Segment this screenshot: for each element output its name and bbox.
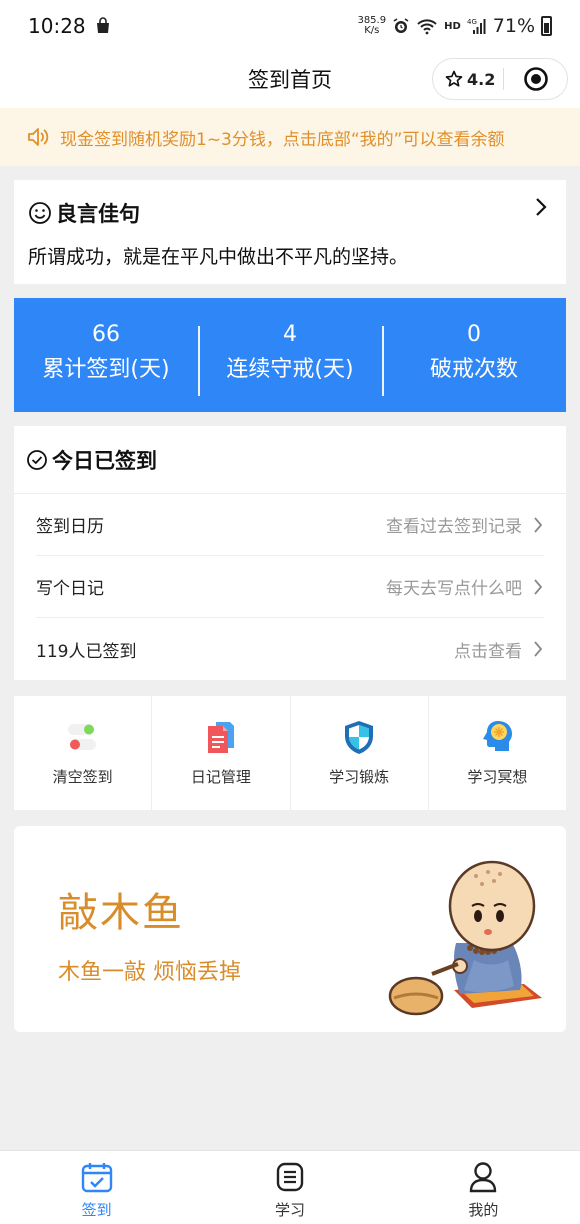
- check-circle-icon: [27, 449, 47, 470]
- row-label: 119人已签到: [36, 641, 137, 662]
- stat-value: 66: [92, 322, 120, 347]
- stat-label: 破戒次数: [429, 357, 518, 382]
- svg-text:4G: 4G: [467, 18, 477, 26]
- status-indicators: 385.9 K/s HD 4G 71%: [357, 15, 552, 37]
- cell-signal-icon: 4G: [467, 18, 486, 34]
- stat-label: 累计签到(天): [42, 357, 170, 382]
- tab-checkin[interactable]: 签到: [0, 1151, 193, 1224]
- quote-card[interactable]: 良言佳句 所谓成功，就是在平凡中做出不平凡的坚持。: [14, 180, 566, 284]
- status-bar: 10:28 385.9 K/s HD 4G 71%: [0, 0, 580, 52]
- nav-bar: 签到首页 4.2: [0, 52, 580, 108]
- checkin-calendar-row[interactable]: 签到日历 查看过去签到记录: [36, 494, 544, 556]
- tab-label: 签到: [81, 1201, 112, 1219]
- study-exercise-button[interactable]: 学习锻炼: [289, 696, 428, 810]
- clear-checkin-button[interactable]: 清空签到: [14, 696, 151, 810]
- row-hint: 查看过去签到记录: [386, 517, 522, 537]
- tool-label: 学习锻炼: [329, 768, 390, 786]
- tool-label: 日记管理: [190, 768, 251, 786]
- banner-subtitle: 木鱼一敲 烦恼丢掉: [58, 960, 241, 985]
- quote-text: 所谓成功，就是在平凡中做出不平凡的坚持。: [28, 246, 409, 268]
- battery-percent: 71%: [492, 15, 535, 37]
- notice-bar: 现金签到随机奖励1~3分钱，点击底部“我的”可以查看余额: [0, 108, 580, 166]
- shield-icon: [340, 718, 378, 756]
- user-icon: [470, 1162, 497, 1193]
- net-speed: 385.9 K/s: [357, 16, 386, 36]
- tab-study[interactable]: 学习: [193, 1151, 386, 1224]
- speaker-icon: [28, 128, 49, 146]
- stat-value: 4: [283, 322, 297, 347]
- mini-program-capsule: 4.2: [432, 58, 568, 100]
- hd-indicator: HD: [444, 20, 461, 32]
- diary-manage-button[interactable]: 日记管理: [151, 696, 289, 810]
- tool-label: 清空签到: [52, 768, 113, 786]
- stat-streak: 4 连续守戒(天): [198, 320, 382, 396]
- study-meditation-button[interactable]: 学习冥想: [427, 696, 566, 810]
- chevron-right-icon: [534, 516, 543, 533]
- quote-title: 良言佳句: [56, 202, 140, 226]
- target-icon: [523, 67, 548, 91]
- calendar-check-icon: [81, 1163, 112, 1193]
- net-speed-unit: K/s: [364, 25, 380, 36]
- tab-label: 学习: [274, 1201, 305, 1219]
- row-label: 写个日记: [36, 579, 104, 599]
- tab-mine[interactable]: 我的: [387, 1151, 580, 1224]
- shopping-bag-icon: [96, 17, 109, 33]
- list-doc-icon: [276, 1162, 304, 1192]
- checked-in-users-row[interactable]: 119人已签到 点击查看: [36, 618, 544, 680]
- alarm-icon: [393, 18, 409, 33]
- chevron-right-icon: [534, 641, 543, 657]
- tab-bar: 签到 学习 我的: [0, 1150, 580, 1224]
- checkin-header: 今日已签到: [14, 426, 566, 494]
- row-hint: 点击查看: [454, 641, 522, 662]
- chevron-right-icon: [534, 578, 543, 595]
- status-time: 10:28: [28, 14, 86, 38]
- document-icon: [202, 718, 240, 756]
- tools-grid: 清空签到 日记管理 学习锻炼 学习冥想: [14, 696, 566, 810]
- row-hint: 每天去写点什么吧: [386, 579, 522, 599]
- checkin-status: 今日已签到: [52, 448, 157, 473]
- battery-icon: [541, 16, 552, 36]
- stat-label: 连续守戒(天): [226, 357, 354, 382]
- row-label: 签到日历: [36, 517, 104, 537]
- wifi-icon: [417, 19, 437, 35]
- checkin-card: 今日已签到 签到日历 查看过去签到记录 写个日记 每天去写点什么吧 119人已签…: [14, 426, 566, 680]
- quote-header: 良言佳句: [28, 198, 140, 228]
- monk-wooden-fish-illustration: [388, 860, 542, 1016]
- tool-label: 学习冥想: [467, 768, 528, 786]
- stat-breaks: 0 破戒次数: [382, 320, 566, 396]
- notice-text: 现金签到随机奖励1~3分钱，点击底部“我的”可以查看余额: [60, 129, 505, 150]
- rating-button[interactable]: 4.2: [433, 70, 503, 89]
- close-miniprogram-button[interactable]: [504, 66, 567, 92]
- stats-panel: 66 累计签到(天) 4 连续守戒(天) 0 破戒次数: [14, 298, 566, 412]
- banner-title: 敲木鱼: [58, 890, 184, 936]
- star-icon: [445, 70, 463, 87]
- brain-head-icon: [478, 718, 516, 756]
- chevron-right-icon[interactable]: [534, 196, 548, 218]
- rating-value: 4.2: [467, 69, 496, 89]
- smile-icon: [29, 202, 51, 224]
- tab-label: 我的: [468, 1201, 499, 1219]
- stat-total-checkins: 66 累计签到(天): [14, 320, 198, 390]
- write-diary-row[interactable]: 写个日记 每天去写点什么吧: [36, 556, 544, 618]
- toggle-icon: [64, 718, 102, 756]
- stat-value: 0: [467, 322, 481, 347]
- wooden-fish-banner[interactable]: 敲木鱼 木鱼一敲 烦恼丢掉: [14, 826, 566, 1032]
